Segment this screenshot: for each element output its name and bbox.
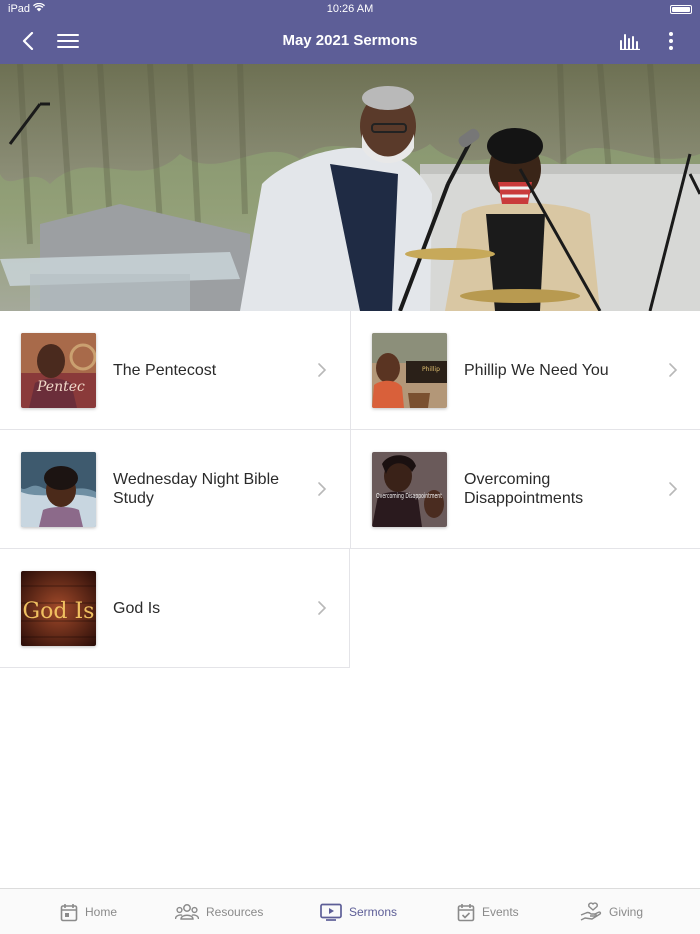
tab-bar: Home Resources Sermons Events Giving	[0, 888, 700, 934]
chevron-right-icon	[669, 363, 678, 377]
battery-icon	[670, 5, 692, 14]
page-title: May 2021 Sermons	[282, 32, 418, 49]
sermon-thumbnail: Phillip	[372, 333, 447, 408]
calendar-icon	[60, 903, 78, 921]
calendar-check-icon	[457, 903, 475, 921]
tab-home[interactable]: Home	[60, 901, 117, 923]
chevron-right-icon	[318, 363, 327, 377]
chevron-right-icon	[318, 601, 327, 615]
tab-giving[interactable]: Giving	[580, 901, 643, 923]
tab-label: Resources	[206, 905, 264, 919]
tab-events[interactable]: Events	[457, 901, 519, 923]
tab-resources[interactable]: Resources	[175, 901, 263, 923]
sermon-thumbnail: Overcoming Disappointment	[372, 452, 447, 527]
more-vertical-icon[interactable]	[658, 28, 684, 54]
sermon-title: Phillip We Need You	[464, 362, 609, 379]
video-play-icon	[320, 903, 342, 921]
sermon-title: The Pentecost	[113, 362, 217, 379]
header: iPad 10:26 AM May 2021 Sermons	[0, 0, 700, 64]
sermon-thumbnail: Pentec	[21, 333, 96, 408]
people-icon	[175, 904, 199, 920]
svg-text:Overcoming Disappointment: Overcoming Disappointment	[376, 492, 442, 500]
svg-text:Phillip: Phillip	[422, 366, 440, 373]
sermon-item-the-pentecost[interactable]: Pentec The Pentecost	[0, 311, 350, 430]
sermon-item-god-is[interactable]: God Is God Is	[0, 549, 350, 668]
status-time: 10:26 AM	[326, 3, 374, 15]
tab-label: Giving	[609, 905, 644, 919]
nav-bar: May 2021 Sermons	[0, 18, 700, 64]
app-screen: iPad 10:26 AM May 2021 Sermons Pentec Th…	[0, 0, 700, 934]
tab-label: Sermons	[349, 905, 398, 919]
svg-text:Pentec: Pentec	[36, 379, 85, 395]
status-bar: iPad 10:26 AM	[0, 0, 700, 18]
hand-heart-icon	[580, 902, 602, 921]
sermon-thumbnail: God Is	[21, 571, 96, 646]
sermon-item-overcoming-disappointments[interactable]: Overcoming Disappointment Overcoming Dis…	[350, 430, 700, 549]
chevron-right-icon	[318, 482, 327, 496]
chevron-right-icon	[669, 482, 678, 496]
hero-image	[0, 64, 700, 311]
tab-label: Events	[482, 905, 519, 919]
tab-label: Home	[85, 905, 118, 919]
tab-sermons[interactable]: Sermons	[320, 901, 397, 923]
svg-text:God Is: God Is	[23, 599, 95, 624]
sermon-thumbnail	[21, 452, 96, 527]
sermon-item-wednesday-night-bible-study[interactable]: Wednesday Night Bible Study	[0, 430, 350, 549]
sermon-item-phillip-we-need-you[interactable]: Phillip Phillip We Need You	[350, 311, 700, 430]
sermon-title: Overcoming Disappointments	[464, 471, 584, 507]
bar-chart-icon[interactable]	[617, 28, 643, 54]
sermon-title: God Is	[113, 600, 161, 617]
sermon-title: Wednesday Night Bible Study	[113, 471, 280, 507]
